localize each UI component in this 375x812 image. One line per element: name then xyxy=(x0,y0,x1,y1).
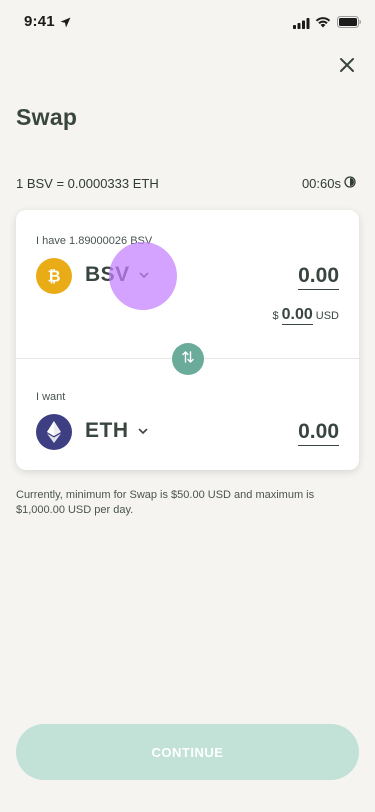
ethereum-icon xyxy=(36,414,72,450)
cellular-signal-icon xyxy=(293,16,310,34)
battery-icon xyxy=(337,15,361,33)
from-coin-selector[interactable]: BSV xyxy=(85,263,149,287)
wifi-icon xyxy=(315,15,331,33)
exchange-rate: 1 BSV = 0.0000333 ETH xyxy=(16,176,159,191)
continue-button[interactable]: CONTINUE xyxy=(16,724,359,780)
swap-direction-icon xyxy=(180,349,196,370)
swap-limit-note: Currently, minimum for Swap is $50.00 US… xyxy=(16,489,315,516)
usd-unit: USD xyxy=(315,310,339,322)
to-coin-symbol: ETH xyxy=(85,419,129,442)
rate-timer: 00:60s xyxy=(302,176,356,191)
page-title: Swap xyxy=(16,104,78,130)
want-label: I want xyxy=(36,391,66,403)
status-bar: 9:41 xyxy=(0,0,375,44)
usd-prefix: $ xyxy=(272,310,279,322)
balance-label: I have 1.89000026 BSV xyxy=(36,235,153,247)
location-arrow-icon xyxy=(60,15,71,33)
svg-text:₿: ₿ xyxy=(47,267,60,286)
chevron-down-icon xyxy=(138,422,148,440)
chevron-down-icon xyxy=(139,266,149,284)
swap-card: I have 1.89000026 BSV ₿ BSV 0.00 $ 0.00 … xyxy=(16,210,359,470)
from-amount-input[interactable]: 0.00 xyxy=(298,264,339,290)
from-coin-symbol: BSV xyxy=(85,263,130,286)
bitcoin-sv-icon: ₿ xyxy=(36,258,72,294)
timer-text: 00:60s xyxy=(301,176,341,191)
status-time: 9:41 xyxy=(24,13,55,30)
close-icon xyxy=(339,57,355,78)
close-button[interactable] xyxy=(334,54,360,80)
swap-direction-button[interactable] xyxy=(172,343,204,375)
usd-amount-input[interactable]: 0.00 xyxy=(281,306,313,325)
countdown-timer-icon xyxy=(344,176,356,191)
usd-value: $ 0.00 USD xyxy=(272,306,339,325)
to-coin-selector[interactable]: ETH xyxy=(85,419,148,443)
to-amount-input[interactable]: 0.00 xyxy=(298,420,339,446)
